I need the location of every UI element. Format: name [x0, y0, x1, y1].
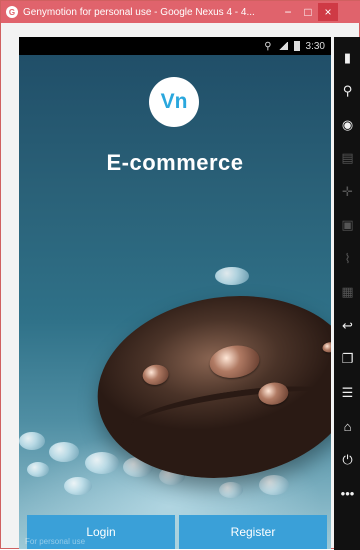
home-icon[interactable]: ⌂: [334, 410, 360, 444]
id-icon[interactable]: ▤: [334, 142, 360, 176]
signal-icon: [277, 42, 288, 50]
dpad-icon[interactable]: ✛: [334, 175, 360, 209]
genymotion-logo-icon: G: [6, 6, 18, 18]
coffee-bean-image: [85, 279, 331, 495]
power-icon[interactable]: ⏻: [334, 443, 360, 477]
battery-icon[interactable]: ▮: [334, 41, 360, 75]
watermark-text: For personal use: [25, 537, 86, 546]
menu-icon[interactable]: ☰: [334, 376, 360, 410]
water-bubble: [27, 462, 49, 477]
phone-icon[interactable]: ▦: [334, 276, 360, 310]
emulator-window: G Genymotion for personal use - Google N…: [0, 0, 360, 550]
status-time: 3:30: [305, 40, 325, 52]
location-icon: ⚲: [264, 40, 272, 52]
android-status-bar: ⚲ 3:30: [19, 37, 331, 55]
wifi-icon[interactable]: ⌇: [334, 242, 360, 276]
bean-seam: [128, 376, 331, 446]
close-button[interactable]: ×: [318, 3, 338, 21]
app-heading: E-commerce: [106, 150, 244, 175]
minimize-button[interactable]: −: [278, 3, 298, 21]
camera-icon[interactable]: ◉: [334, 108, 360, 142]
water-bubble: [85, 452, 119, 474]
water-bubble: [215, 267, 249, 285]
recent-apps-icon[interactable]: ❐: [334, 343, 360, 377]
gps-icon[interactable]: ⚲: [334, 75, 360, 109]
water-drop: [321, 341, 331, 354]
water-bubble: [19, 432, 45, 450]
maximize-button[interactable]: □: [298, 3, 318, 21]
water-drop: [207, 342, 262, 382]
back-icon[interactable]: ↩: [334, 309, 360, 343]
water-bubble: [49, 442, 79, 462]
register-button[interactable]: Register: [179, 515, 327, 549]
battery-status-icon: [293, 41, 300, 51]
emulator-toolbar: ▮ ⚲ ◉ ▤ ✛ ▣ ⌇ ▦ ↩ ❐ ☰ ⌂ ⏻ •••: [334, 37, 360, 550]
water-bubble: [219, 482, 243, 498]
screenshot-icon[interactable]: ▣: [334, 209, 360, 243]
water-bubble: [259, 475, 289, 495]
device-screen[interactable]: ⚲ 3:30 Vn E-commerce Login Register For …: [19, 37, 331, 549]
more-icon[interactable]: •••: [334, 477, 360, 511]
water-bubble: [64, 477, 92, 495]
window-title: Genymotion for personal use - Google Nex…: [23, 6, 255, 18]
water-drop: [141, 363, 170, 387]
title-bar[interactable]: G Genymotion for personal use - Google N…: [1, 1, 360, 23]
app-logo: Vn: [149, 77, 199, 127]
